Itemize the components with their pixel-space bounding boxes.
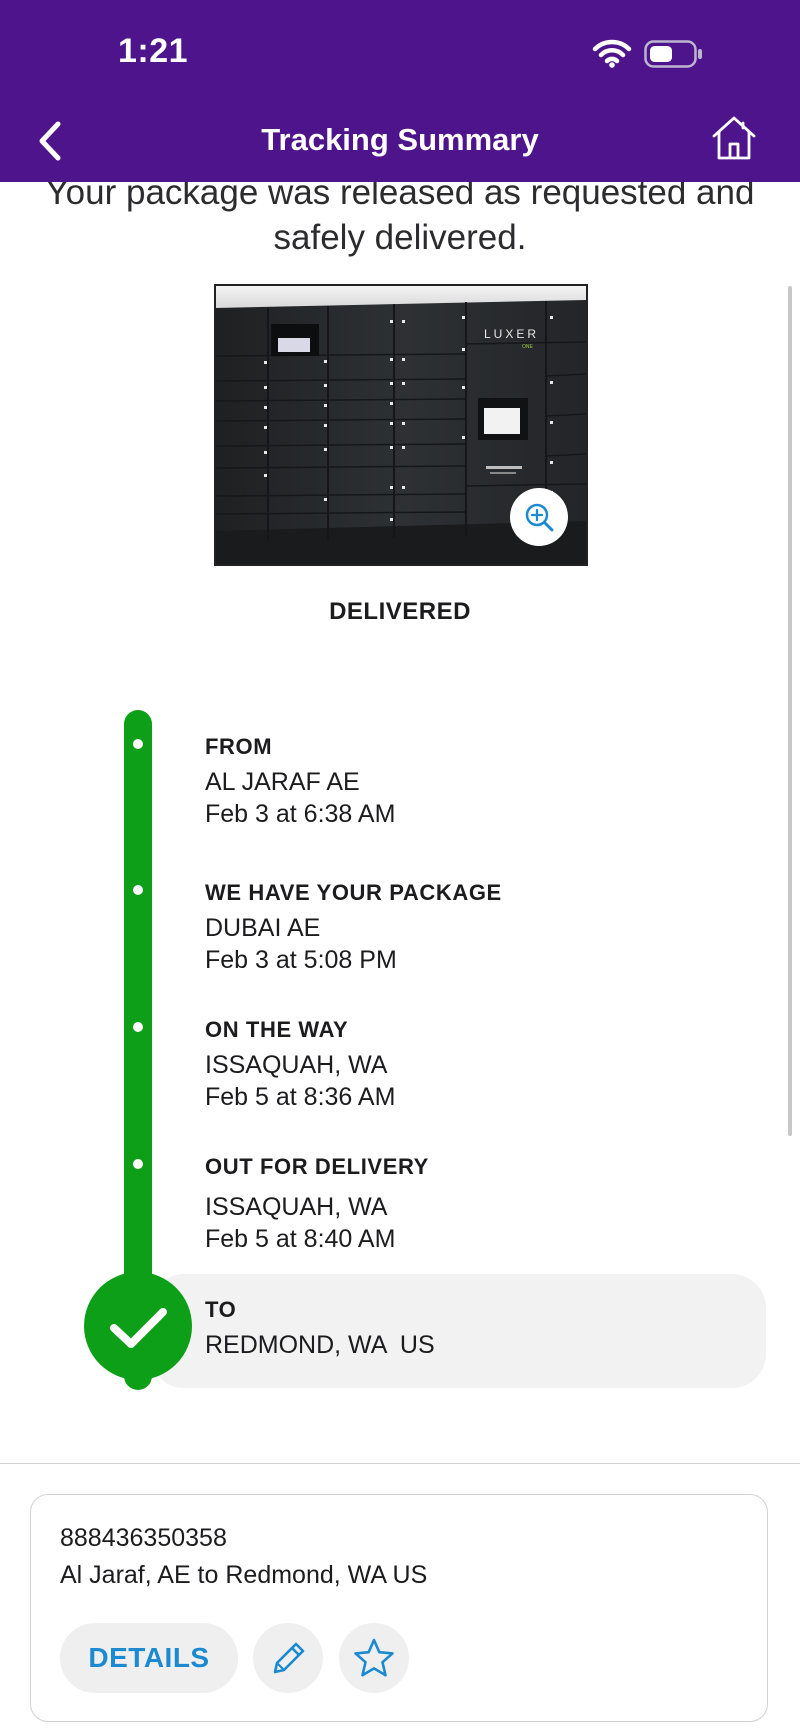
zoom-in-icon — [525, 503, 554, 532]
shipment-route: Al Jaraf, AE to Redmond, WA US — [60, 1561, 428, 1589]
locker-brand: LUXER — [484, 327, 539, 341]
timeline-location: ISSAQUAH, WA — [205, 1051, 388, 1079]
delivered-check-badge — [84, 1272, 192, 1380]
favorite-button[interactable] — [339, 1623, 409, 1693]
locker-brand-sub: ONE — [522, 344, 534, 350]
timeline-dot — [133, 1159, 143, 1169]
timeline-time: Feb 3 at 6:38 AM — [205, 800, 396, 828]
timeline-time: Feb 3 at 5:08 PM — [205, 946, 397, 974]
timeline-heading: TO — [205, 1297, 237, 1322]
page-title: Tracking Summary — [261, 122, 539, 157]
pencil-icon — [273, 1642, 305, 1674]
star-icon — [354, 1638, 394, 1677]
edit-button[interactable] — [253, 1623, 323, 1693]
status-time: 1:21 — [118, 32, 189, 70]
timeline-dot — [133, 885, 143, 895]
timeline-location: DUBAI AE — [205, 914, 321, 942]
wifi-icon — [592, 39, 632, 68]
tracking-number: 888436350358 — [60, 1524, 227, 1552]
timeline-dot — [133, 1022, 143, 1032]
delivery-message-line-2: safely delivered. — [273, 218, 527, 257]
checkmark-icon — [110, 1308, 167, 1348]
home-icon[interactable] — [710, 114, 758, 162]
timeline-time: Feb 5 at 8:40 AM — [205, 1225, 396, 1253]
timeline-location: AL JARAF AE — [205, 768, 360, 796]
delivery-status: DELIVERED — [329, 598, 471, 625]
zoom-button[interactable] — [510, 488, 568, 546]
timeline-heading: OUT FOR DELIVERY — [205, 1154, 429, 1179]
timeline-location: ISSAQUAH, WA — [205, 1193, 388, 1221]
timeline-dot — [133, 739, 143, 749]
timeline-heading: FROM — [205, 734, 273, 759]
divider — [0, 1463, 800, 1464]
delivery-message: Your package was released as requested a… — [20, 170, 780, 260]
timeline-heading: WE HAVE YOUR PACKAGE — [205, 880, 502, 905]
timeline-time: Feb 5 at 8:36 AM — [205, 1083, 396, 1111]
timeline-location: REDMOND, WA US — [205, 1331, 435, 1359]
details-button[interactable]: DETAILS — [60, 1623, 238, 1693]
timeline-heading: ON THE WAY — [205, 1017, 349, 1042]
scrollbar[interactable] — [788, 286, 792, 1136]
battery-icon — [644, 40, 702, 68]
